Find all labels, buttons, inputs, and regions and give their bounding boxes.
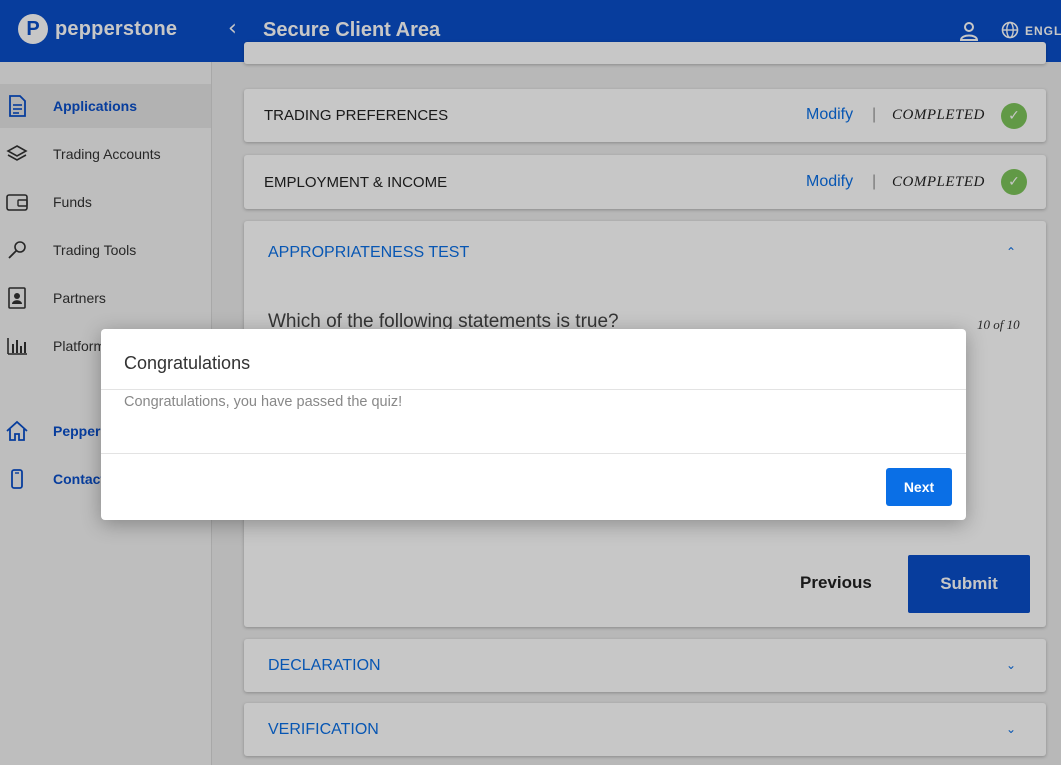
congratulations-dialog: Congratulations Congratulations, you hav… bbox=[101, 329, 966, 520]
dialog-message: Congratulations, you have passed the qui… bbox=[124, 394, 403, 410]
next-button[interactable]: Next bbox=[886, 468, 952, 506]
divider bbox=[101, 389, 966, 390]
divider bbox=[101, 453, 966, 454]
dialog-title: Congratulations bbox=[124, 353, 251, 373]
